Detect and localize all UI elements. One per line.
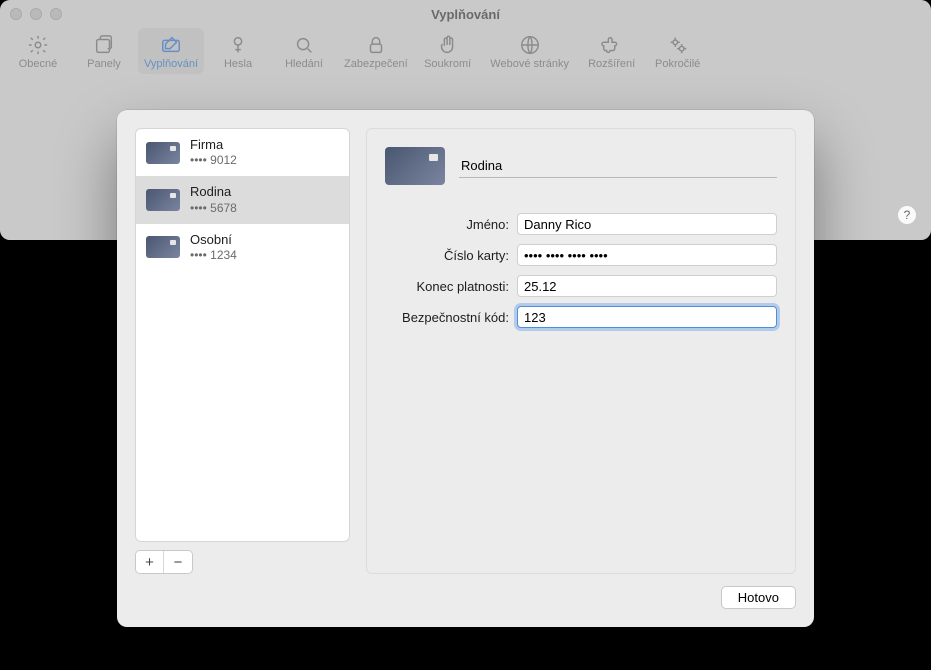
done-button[interactable]: Hotovo [721, 586, 796, 609]
titlebar: Vyplňování [0, 0, 931, 28]
search-icon [293, 34, 315, 56]
credit-cards-dialog: Firma •••• 9012 Rodina •••• 5678 Osobní [117, 110, 814, 627]
window-title: Vyplňování [0, 7, 931, 22]
credit-card-icon [146, 236, 180, 258]
tab-extensions[interactable]: Rozšíření [580, 28, 644, 74]
card-row[interactable]: Rodina •••• 5678 [136, 176, 349, 223]
gears-icon [667, 34, 689, 56]
card-name: Osobní [190, 232, 237, 248]
tab-autofill[interactable]: Vyplňování [138, 28, 204, 74]
help-button[interactable]: ? [897, 205, 917, 225]
gear-icon [27, 34, 49, 56]
field-label-security: Bezpečnostní kód: [385, 310, 517, 325]
pencil-box-icon [160, 34, 182, 56]
card-last-digits: •••• 5678 [190, 201, 237, 216]
lock-icon [365, 34, 387, 56]
card-row[interactable]: Osobní •••• 1234 [136, 224, 349, 271]
tab-advanced[interactable]: Pokročilé [646, 28, 710, 74]
globe-icon [519, 34, 541, 56]
tabs-icon [93, 34, 115, 56]
hand-icon [437, 34, 459, 56]
card-name: Rodina [190, 184, 237, 200]
credit-card-icon [146, 142, 180, 164]
tab-passwords[interactable]: Hesla [206, 28, 270, 74]
credit-card-icon [385, 147, 445, 185]
card-last-digits: •••• 1234 [190, 248, 237, 263]
field-label-name: Jméno: [385, 217, 517, 232]
field-label-number: Číslo karty: [385, 248, 517, 263]
tab-security[interactable]: Zabezpečení [338, 28, 414, 74]
tab-websites[interactable]: Webové stránky [482, 28, 578, 74]
card-detail-pane: Jméno: Číslo karty: Konec platnosti: Bez… [366, 128, 796, 574]
card-expiry-input[interactable] [517, 275, 777, 297]
card-row[interactable]: Firma •••• 9012 [136, 129, 349, 176]
credit-card-icon [146, 189, 180, 211]
card-list-pane: Firma •••• 9012 Rodina •••• 5678 Osobní [135, 128, 350, 574]
key-icon [227, 34, 249, 56]
add-remove-control: + − [135, 550, 193, 574]
tab-search[interactable]: Hledání [272, 28, 336, 74]
remove-card-button[interactable]: − [164, 551, 192, 573]
puzzle-icon [601, 34, 623, 56]
add-card-button[interactable]: + [136, 551, 164, 573]
card-name: Firma [190, 137, 237, 153]
field-label-expiry: Konec platnosti: [385, 279, 517, 294]
cardholder-name-input[interactable] [517, 213, 777, 235]
tab-tabs[interactable]: Panely [72, 28, 136, 74]
card-list[interactable]: Firma •••• 9012 Rodina •••• 5678 Osobní [135, 128, 350, 542]
tab-general[interactable]: Obecné [6, 28, 70, 74]
card-security-code-input[interactable] [517, 306, 777, 328]
card-last-digits: •••• 9012 [190, 153, 237, 168]
card-description-input[interactable] [459, 154, 777, 178]
card-number-input[interactable] [517, 244, 777, 266]
preferences-toolbar: Obecné Panely Vyplňování Hesla Hledání Z… [0, 28, 931, 88]
tab-privacy[interactable]: Soukromí [416, 28, 480, 74]
